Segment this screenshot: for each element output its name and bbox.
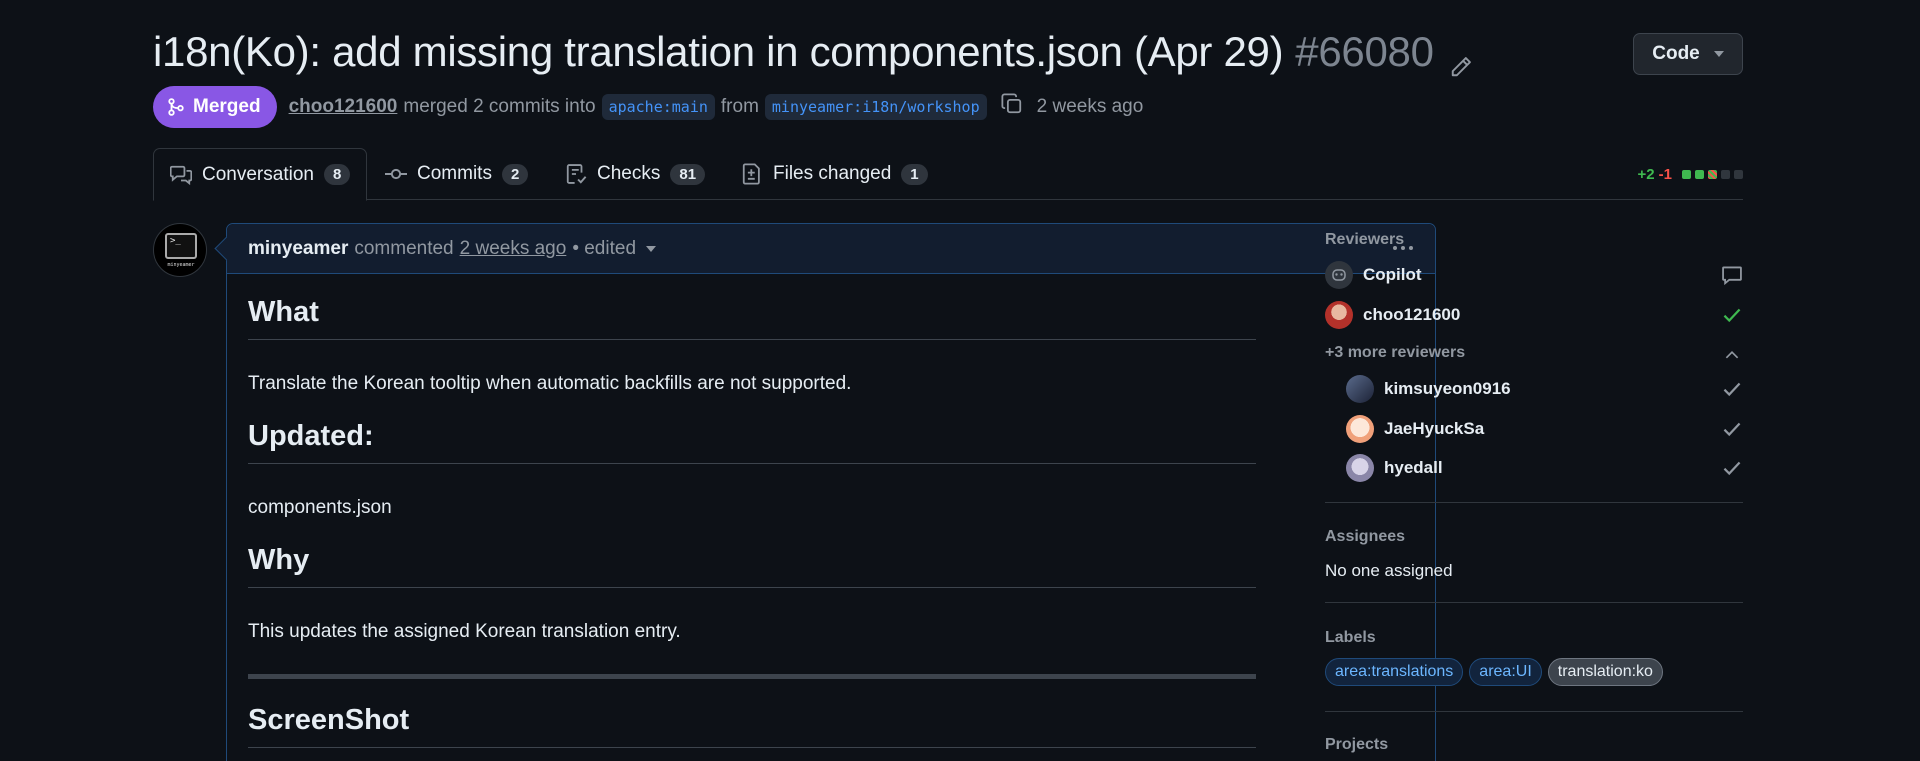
- reviewer-row[interactable]: hyedall: [1346, 453, 1743, 483]
- sidebar-divider: [1325, 502, 1743, 503]
- section-text: Translate the Korean tooltip when automa…: [248, 373, 852, 394]
- section-heading: What: [248, 296, 1256, 340]
- label-chip[interactable]: area:translations: [1325, 658, 1464, 686]
- avatar: [1346, 415, 1374, 443]
- tab-commits[interactable]: Commits 2: [369, 148, 544, 200]
- comment-verb: commented: [354, 237, 454, 259]
- diff-block: [1695, 170, 1704, 179]
- pr-title-text: i18n(Ko): add missing translation in com…: [153, 28, 1284, 75]
- head-branch[interactable]: minyeamer:i18n/workshop: [764, 94, 987, 120]
- pr-number: #66080: [1295, 28, 1434, 75]
- code-button-label: Code: [1652, 43, 1700, 64]
- comment-header: minyeamer commented 2 weeks ago • edited: [227, 224, 1435, 274]
- more-reviewers-label: +3 more reviewers: [1325, 344, 1466, 361]
- tab-commits-label: Commits: [417, 163, 492, 184]
- reviewer-row[interactable]: choo121600: [1325, 300, 1743, 330]
- section-heading: ScreenShot: [248, 704, 1256, 748]
- diff-block: [1721, 170, 1730, 179]
- merge-time: 2 weeks ago: [1036, 96, 1144, 117]
- merged-state-badge: Merged: [153, 86, 277, 128]
- title-row: i18n(Ko): add missing translation in com…: [153, 22, 1743, 82]
- diff-deletions: -1: [1658, 166, 1672, 183]
- caret-down-icon: [646, 245, 657, 252]
- code-button[interactable]: Code: [1633, 33, 1743, 75]
- reviewers-heading[interactable]: Reviewers: [1325, 231, 1404, 249]
- tab-conversation-count: 8: [323, 164, 351, 185]
- section-text: components.json: [248, 497, 392, 518]
- tab-conversation[interactable]: Conversation 8: [153, 148, 368, 201]
- tab-checks[interactable]: Checks 81: [549, 148, 721, 200]
- avatar: [1346, 454, 1374, 482]
- pr-description-comment: minyeamer commented 2 weeks ago • edited…: [226, 223, 1436, 761]
- tab-conversation-label: Conversation: [202, 163, 314, 185]
- merger-link[interactable]: choo121600: [289, 96, 398, 118]
- more-reviewers-toggle[interactable]: +3 more reviewers: [1325, 344, 1743, 362]
- check-icon: [1721, 457, 1743, 484]
- avatar: [1325, 301, 1353, 329]
- pr-title: i18n(Ko): add missing translation in com…: [153, 26, 1472, 78]
- reviewer-name: choo121600: [1363, 305, 1461, 324]
- avatar: [1346, 375, 1374, 403]
- diff-additions: +2: [1637, 166, 1655, 183]
- assignees-heading[interactable]: Assignees: [1325, 528, 1405, 546]
- check-icon: [1721, 418, 1743, 445]
- comment-discussion-icon: [170, 165, 192, 185]
- merged-label: Merged: [193, 96, 261, 117]
- label-chip[interactable]: translation:ko: [1547, 658, 1663, 686]
- edited-label: • edited: [572, 237, 637, 259]
- pull-request-page: i18n(Ko): add missing translation in com…: [153, 0, 1743, 761]
- pr-tabs: Conversation 8 Commits 2 Checks 81 Files…: [153, 148, 1743, 201]
- horizontal-rule: [248, 674, 1256, 679]
- tab-files-changed-label: Files changed: [773, 163, 892, 184]
- section-heading: Updated:: [248, 420, 1256, 464]
- edit-pencil-icon[interactable]: [1450, 38, 1472, 77]
- copilot-icon: [1325, 261, 1353, 289]
- tab-checks-count: 81: [670, 163, 706, 185]
- diff-block: [1734, 170, 1743, 179]
- reviewer-name: JaeHyuckSa: [1384, 419, 1485, 438]
- comment-time-link[interactable]: 2 weeks ago: [460, 238, 567, 260]
- commit-icon: [385, 168, 407, 180]
- comment-author-avatar[interactable]: >_ minyeamer: [153, 223, 207, 277]
- diff-block: [1682, 170, 1691, 179]
- caret-down-icon: [1713, 51, 1724, 57]
- labels-list: area:translations area:UI translation:ko: [1325, 658, 1663, 686]
- from-text: from: [720, 96, 759, 117]
- avatar-caption: minyeamer: [167, 262, 195, 268]
- checklist-icon: [566, 164, 587, 184]
- comment-icon: [1721, 264, 1743, 291]
- diffstat: +2 -1: [1638, 166, 1743, 183]
- check-icon: [1721, 304, 1743, 331]
- check-icon: [1721, 378, 1743, 405]
- reviewer-name: hyedall: [1384, 458, 1443, 477]
- file-diff-icon: [742, 163, 760, 185]
- diff-block: [1708, 170, 1717, 179]
- merge-icon: [168, 98, 184, 116]
- section-heading: Why: [248, 544, 1256, 588]
- base-branch[interactable]: apache:main: [601, 94, 715, 120]
- labels-heading[interactable]: Labels: [1325, 629, 1376, 647]
- merge-action-text: merged 2 commits into: [403, 96, 596, 117]
- sidebar-divider: [1325, 602, 1743, 603]
- reviewer-row[interactable]: Copilot: [1325, 260, 1743, 290]
- terminal-icon: >_: [165, 233, 197, 259]
- edited-dropdown[interactable]: • edited: [572, 237, 657, 260]
- label-chip[interactable]: area:UI: [1469, 658, 1542, 686]
- assignees-value: No one assigned: [1325, 561, 1453, 580]
- comment-author[interactable]: minyeamer: [248, 238, 348, 260]
- reviewer-row[interactable]: JaeHyuckSa: [1346, 414, 1743, 444]
- tab-commits-count: 2: [501, 163, 529, 185]
- copy-icon[interactable]: [1001, 93, 1023, 121]
- tab-files-changed-count: 1: [901, 163, 928, 185]
- tab-checks-label: Checks: [597, 163, 661, 184]
- pr-meta: Merged choo121600 merged 2 commits into …: [153, 86, 1143, 128]
- reviewer-name: Copilot: [1363, 265, 1422, 284]
- chevron-up-icon: [1723, 346, 1741, 369]
- tab-files-changed[interactable]: Files changed 1: [725, 148, 944, 200]
- reviewer-name: kimsuyeon0916: [1384, 379, 1511, 398]
- reviewer-row[interactable]: kimsuyeon0916: [1346, 374, 1743, 404]
- projects-heading[interactable]: Projects: [1325, 736, 1388, 754]
- section-text: This updates the assigned Korean transla…: [248, 621, 681, 642]
- sidebar-divider: [1325, 711, 1743, 712]
